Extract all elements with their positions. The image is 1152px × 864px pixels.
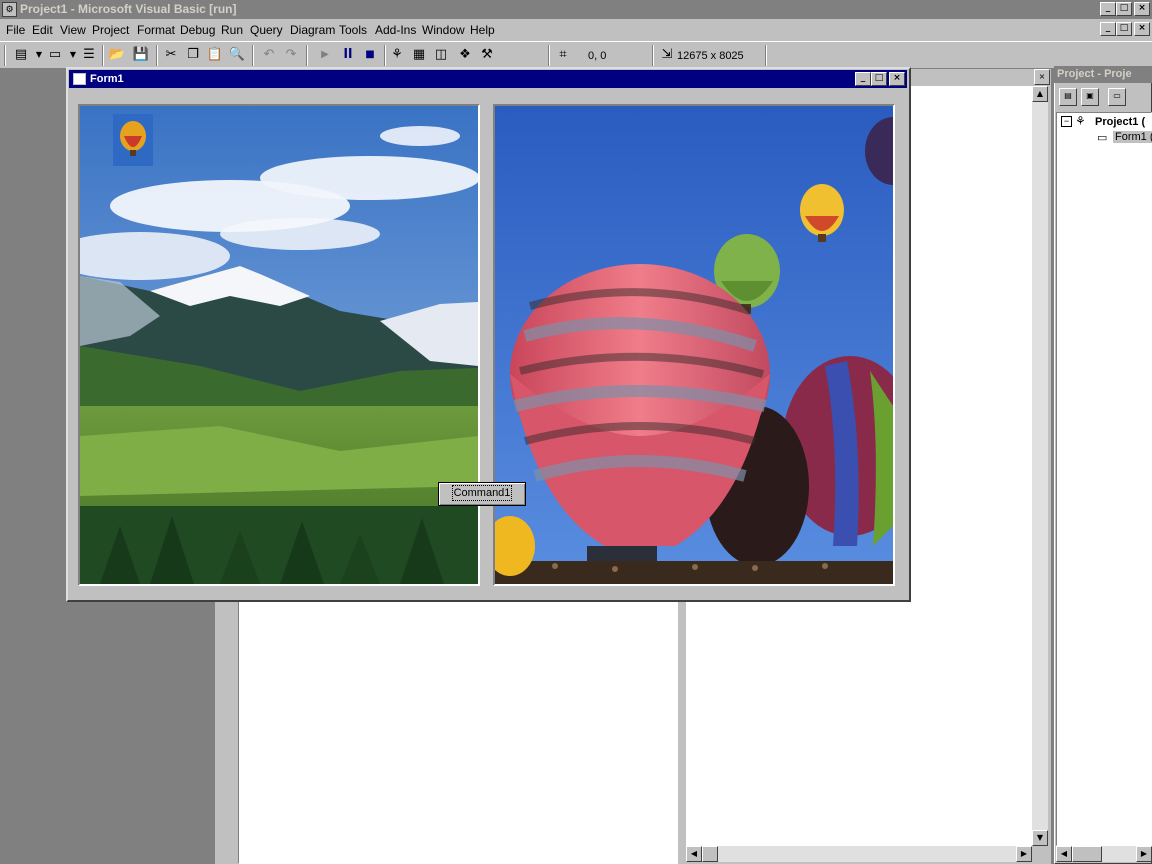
form-icon: ▭ xyxy=(1097,132,1108,144)
menu-help[interactable]: Help xyxy=(470,23,495,37)
minimize-button[interactable]: _ xyxy=(1100,2,1116,16)
open-icon[interactable]: 📂 xyxy=(108,47,126,63)
menu-diagram[interactable]: Diagram xyxy=(290,23,335,37)
form1-title-bar[interactable]: Form1 xyxy=(69,70,907,88)
code-window-close-button[interactable]: × xyxy=(1034,69,1050,85)
size-readout: 12675 x 8025 xyxy=(677,50,744,62)
position-readout: 0, 0 xyxy=(588,50,607,62)
save-icon[interactable]: 💾 xyxy=(132,47,150,63)
project-horizontal-scrollbar[interactable]: ◀ ▶ xyxy=(1056,846,1152,862)
tree-form1[interactable]: Form1 ( xyxy=(1113,131,1152,143)
menu-add-ins[interactable]: Add-Ins xyxy=(375,23,416,37)
project-explorer-toolbar: ▤ ▣ ▭ xyxy=(1056,86,1152,108)
project-tree[interactable]: − ⚘ Project1 ( ▭ Form1 ( xyxy=(1056,112,1152,846)
toggle-folders-icon[interactable]: ▭ xyxy=(1108,88,1126,106)
main-title-bar[interactable]: ⚙ Project1 - Microsoft Visual Basic [run… xyxy=(0,0,1152,19)
toolbar-separator xyxy=(306,45,308,66)
view-object-icon[interactable]: ▣ xyxy=(1081,88,1099,106)
form1-maximize-button[interactable]: □ xyxy=(871,72,887,86)
toolbar-separator xyxy=(252,45,254,66)
menu-edit[interactable]: Edit xyxy=(32,23,53,37)
collapse-icon[interactable]: − xyxy=(1061,116,1072,127)
picture-mountain-landscape[interactable] xyxy=(78,104,480,586)
standard-toolbar: ▤ ▼ ▭ ▼ ☰ 📂 💾 ✂ ❐ 📋 🔍 ↶ ↷ ▶ ll ■ ⚘ ▦ ◫ ❖… xyxy=(0,41,1152,69)
position-icon: ⌗ xyxy=(559,47,567,62)
menu-bar: File Edit View Project Format Debug Run … xyxy=(0,19,1152,41)
scroll-right-icon[interactable]: ▶ xyxy=(1136,846,1152,862)
scroll-thumb[interactable] xyxy=(702,846,718,862)
cut-icon[interactable]: ✂ xyxy=(162,47,180,63)
form-icon[interactable] xyxy=(73,73,86,85)
code-vertical-scrollbar[interactable]: ▲ ▼ xyxy=(1032,86,1048,846)
toolbar-separator xyxy=(548,45,550,66)
redo-icon[interactable]: ↷ xyxy=(282,47,300,63)
start-icon[interactable]: ▶ xyxy=(316,47,334,63)
menu-window[interactable]: Window xyxy=(422,23,465,37)
scroll-thumb[interactable] xyxy=(1072,846,1102,862)
command1-label: Command1 xyxy=(451,485,513,501)
toolbar-separator xyxy=(156,45,158,66)
form1-title: Form1 xyxy=(90,73,124,85)
menu-file[interactable]: File xyxy=(6,23,25,37)
paste-icon[interactable]: 📋 xyxy=(206,47,224,63)
vb-app-icon[interactable]: ⚙ xyxy=(2,2,17,17)
code-horizontal-scrollbar[interactable]: ◀ ▶ xyxy=(686,846,1032,862)
menu-format[interactable]: Format xyxy=(137,23,175,37)
menu-editor-icon[interactable]: ☰ xyxy=(80,47,98,63)
copy-icon[interactable]: ❐ xyxy=(184,47,202,63)
form1-close-button[interactable]: × xyxy=(889,72,905,86)
menu-debug[interactable]: Debug xyxy=(180,23,215,37)
size-icon: ⇲ xyxy=(661,47,673,62)
command1-button[interactable]: Command1 xyxy=(438,482,526,506)
mdi-restore-button[interactable]: □ xyxy=(1116,22,1132,36)
toolbar-separator xyxy=(765,45,767,66)
window-title: Project1 - Microsoft Visual Basic [run] xyxy=(20,2,237,16)
picture-hot-air-balloons[interactable] xyxy=(493,104,895,586)
add-form-icon[interactable]: ▭ xyxy=(46,47,64,63)
mdi-minimize-button[interactable]: _ xyxy=(1100,22,1116,36)
scroll-left-icon[interactable]: ◀ xyxy=(1056,846,1072,862)
scroll-right-icon[interactable]: ▶ xyxy=(1016,846,1032,862)
end-icon[interactable]: ■ xyxy=(361,47,379,63)
form-layout-icon[interactable]: ◫ xyxy=(432,47,450,63)
toolbar-separator xyxy=(652,45,654,66)
toolbar-separator xyxy=(102,45,104,66)
project-explorer-icon[interactable]: ⚘ xyxy=(388,47,406,63)
project-explorer-title[interactable]: Project - Proje xyxy=(1054,66,1152,83)
form1-minimize-button[interactable]: _ xyxy=(855,72,871,86)
break-icon[interactable]: ll xyxy=(339,47,357,63)
view-code-icon[interactable]: ▤ xyxy=(1059,88,1077,106)
undo-icon[interactable]: ↶ xyxy=(260,47,278,63)
menu-project[interactable]: Project xyxy=(92,23,129,37)
properties-icon[interactable]: ▦ xyxy=(410,47,428,63)
toolbar-grip[interactable] xyxy=(4,45,6,66)
project-icon: ⚘ xyxy=(1075,114,1086,128)
restore-button[interactable]: □ xyxy=(1116,2,1132,16)
scroll-up-icon[interactable]: ▲ xyxy=(1032,86,1048,102)
scroll-down-icon[interactable]: ▼ xyxy=(1032,830,1048,846)
toolbox-icon[interactable]: ⚒ xyxy=(478,47,496,63)
toolbar-separator xyxy=(384,45,386,66)
scroll-left-icon[interactable]: ◀ xyxy=(686,846,702,862)
object-browser-icon[interactable]: ❖ xyxy=(456,47,474,63)
menu-run[interactable]: Run xyxy=(221,23,243,37)
tree-project-root[interactable]: Project1 ( xyxy=(1095,116,1145,128)
mdi-close-button[interactable]: × xyxy=(1134,22,1150,36)
add-project-icon[interactable]: ▤ xyxy=(12,47,30,63)
find-icon[interactable]: 🔍 xyxy=(228,47,246,63)
menu-query[interactable]: Query xyxy=(250,23,283,37)
menu-tools[interactable]: Tools xyxy=(339,23,367,37)
close-button[interactable]: × xyxy=(1134,2,1150,16)
menu-view[interactable]: View xyxy=(60,23,86,37)
